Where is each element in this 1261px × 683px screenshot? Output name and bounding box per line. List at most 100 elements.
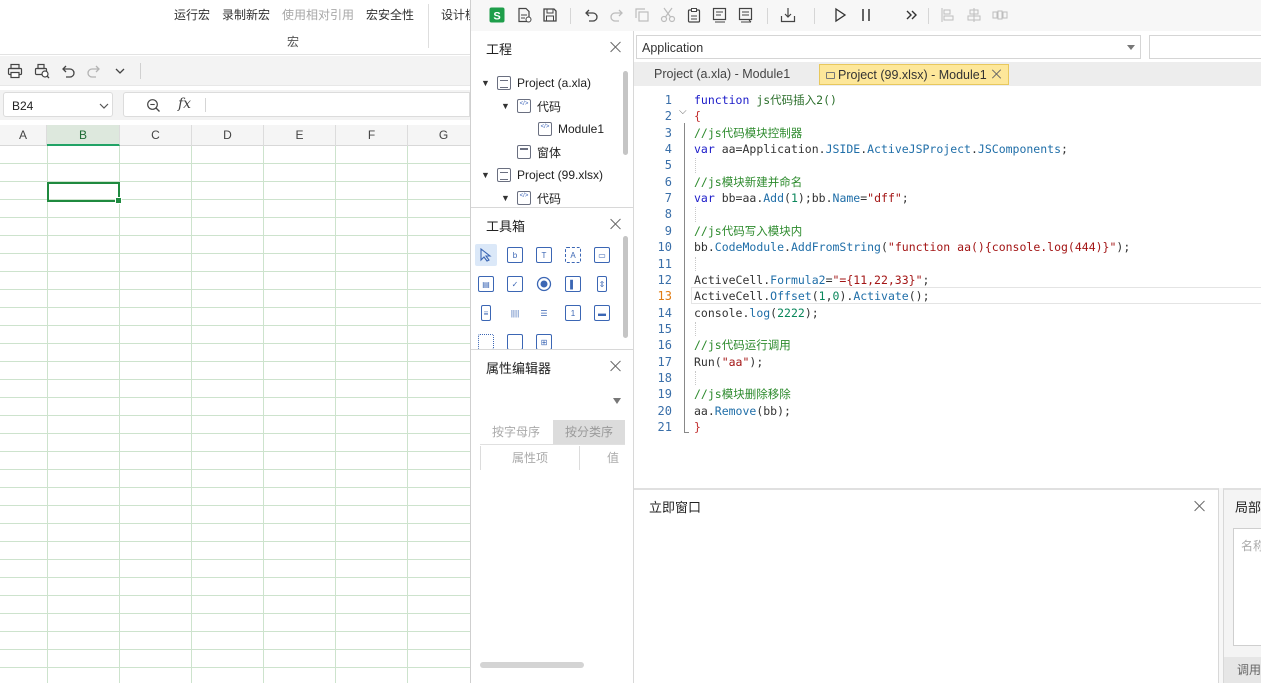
code-line[interactable]: //js代码运行调用 [694,337,791,353]
property-hscrollbar[interactable] [480,662,584,668]
relative-reference-button[interactable]: 使用相对引用 [282,6,354,23]
align-center-icon[interactable] [964,5,984,25]
run-macro-button[interactable]: 运行宏 [174,6,210,23]
find-icon[interactable] [710,5,730,25]
insert-module-icon[interactable] [514,5,534,25]
fold-toggle-icon[interactable]: ⌵ [679,106,687,117]
refedit-tool-icon[interactable]: ▬ [591,302,613,324]
save-icon[interactable] [540,5,560,25]
sort-alpha-tab[interactable]: 按字母序 [480,420,552,444]
code-line[interactable]: } [694,419,701,435]
code-line[interactable]: //js代码写入模块内 [694,223,802,239]
close-icon[interactable] [609,359,623,373]
frame-tool-icon[interactable]: ▭ [591,244,613,266]
tree-item-project-99[interactable]: ▼ Project (99.xlsx) [481,164,603,186]
undo-icon[interactable] [58,61,78,81]
code-line[interactable]: //js模块新建并命名 [694,174,802,190]
print-preview-icon[interactable] [32,61,52,81]
active-cell[interactable] [47,182,122,204]
align-left-icon[interactable] [938,5,958,25]
pin-icon[interactable] [826,72,835,79]
find-replace-icon[interactable] [736,5,756,25]
listbox-tool-icon[interactable]: ☰ [533,302,555,324]
column-header-f[interactable]: F [336,125,408,146]
expand-arrow-icon[interactable]: ▼ [501,193,511,203]
image-tool-icon[interactable]: |||| [504,302,526,324]
name-box[interactable]: B24 [3,92,113,117]
tree-item-module1[interactable]: Module1 [538,118,604,140]
fx-icon[interactable]: fx [178,96,191,112]
redo-icon[interactable] [84,61,104,81]
chevron-down-icon[interactable] [110,61,130,81]
close-icon[interactable] [609,40,623,54]
code-line[interactable]: { [694,108,701,124]
tab-module-a[interactable]: Project (a.xla) - Module1 [648,64,796,85]
code-line[interactable]: console.log(2222); [694,305,819,321]
tab-module-99[interactable]: Project (99.xlsx) - Module1 [819,64,1009,85]
object-select-dropdown-icon[interactable] [613,398,621,404]
object-combo[interactable]: Application [636,35,1141,59]
paste-icon[interactable] [684,5,704,25]
code-line[interactable]: ActiveCell.Offset(1,0).Activate(); [694,288,930,304]
code-line[interactable]: function js代码插入2() [694,92,837,108]
procedure-combo[interactable] [1149,35,1261,59]
tree-item-code-folder[interactable]: ▼ 代码 [501,95,561,117]
code-line[interactable]: var aa=Application.JSIDE.ActiveJSProject… [694,141,1068,157]
combobox-tool-icon[interactable]: ▤ [475,273,497,295]
cell-grid[interactable] [0,146,470,683]
tree-item-project-a[interactable]: ▼ Project (a.xla) [481,72,591,94]
step-more-icon[interactable] [902,5,922,25]
number-tool-icon[interactable]: 1 [562,302,584,324]
checkbox-tool-icon[interactable]: ✓ [504,273,526,295]
button-tool-icon[interactable]: b [504,244,526,266]
import-icon[interactable] [778,5,798,25]
toolbox-scrollbar[interactable] [623,236,628,338]
code-editor[interactable]: ⌵ 1 function js代码插入2() 2 {3 //js代码模块控制器 4 var a… [634,88,1261,488]
code-line[interactable]: aa.Remove(bb); [694,403,791,419]
run-icon[interactable] [830,5,850,25]
close-icon[interactable] [991,69,1002,80]
column-header-e[interactable]: E [264,125,336,146]
label-tool-icon[interactable]: T [533,244,555,266]
close-icon[interactable] [609,217,623,231]
undo-icon[interactable] [581,5,601,25]
column-header-c[interactable]: C [120,125,192,146]
close-icon[interactable] [1193,499,1207,513]
code-line[interactable]: var bb=aa.Add(1);bb.Name="dff"; [694,190,909,206]
pause-icon[interactable] [856,5,876,25]
code-line[interactable]: bb.CodeModule.AddFromString("function aa… [694,239,1130,255]
wps-s-icon[interactable]: S [487,5,507,25]
scroll-tool-icon[interactable]: ≡ [475,302,497,324]
column-header-b[interactable]: B [47,125,120,146]
immediate-window[interactable]: 立即窗口 [634,488,1219,683]
tab-call-stack[interactable]: 调用 [1237,661,1261,678]
radio-tool-icon[interactable] [533,273,555,295]
redo-icon[interactable] [607,5,627,25]
code-line[interactable]: Run("aa"); [694,354,763,370]
sort-category-tab[interactable]: 按分类序 [553,420,625,444]
expand-arrow-icon[interactable]: ▼ [501,101,511,111]
distribute-icon[interactable] [990,5,1010,25]
column-header-d[interactable]: D [192,125,264,146]
column-header-a[interactable]: A [0,125,47,146]
design-mode-button[interactable]: 设计模式 [441,6,470,23]
code-line[interactable]: //js代码模块控制器 [694,125,802,141]
toggle-tool-icon[interactable]: ▌ [562,273,584,295]
project-scrollbar[interactable] [623,71,628,155]
spin-tool-icon[interactable]: ⇕ [591,273,613,295]
code-line[interactable]: ActiveCell.Formula2="={11,22,33}"; [694,272,929,288]
textbox-tool-icon[interactable]: A [562,244,584,266]
column-header-g[interactable]: G [408,125,470,146]
record-macro-button[interactable]: 录制新宏 [222,6,270,23]
macro-security-button[interactable]: 宏安全性 [366,6,414,23]
tree-item-form-folder[interactable]: 窗体 [517,141,561,163]
pointer-tool-icon[interactable] [475,244,497,266]
copy-icon[interactable] [632,5,652,25]
cut-icon[interactable] [658,5,678,25]
expand-arrow-icon[interactable]: ▼ [481,78,491,88]
tree-item-code-folder[interactable]: ▼ 代码 [501,187,561,209]
code-line[interactable]: //js模块删除移除 [694,386,791,402]
expand-arrow-icon[interactable]: ▼ [481,170,491,180]
formula-input[interactable]: fx [123,92,470,117]
zoom-search-icon[interactable] [146,98,161,113]
